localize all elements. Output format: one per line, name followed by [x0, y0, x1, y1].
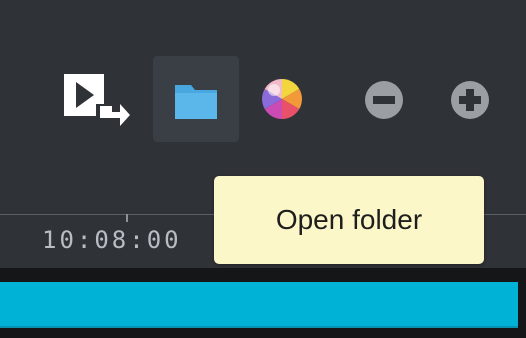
export-video-icon [64, 74, 130, 126]
zoom-in-button[interactable] [442, 70, 498, 130]
timeline-track-area[interactable] [0, 268, 526, 338]
export-button[interactable] [52, 66, 138, 132]
zoom-out-button[interactable] [356, 70, 412, 130]
ruler-tick [126, 214, 128, 222]
zoom-out-icon [365, 81, 403, 119]
timeline-clip[interactable] [0, 282, 518, 328]
zoom-in-icon [451, 81, 489, 119]
color-button[interactable] [251, 66, 313, 132]
tooltip: Open folder [214, 176, 484, 264]
time-label: 10:08:00 [42, 226, 182, 254]
toolbar [0, 0, 526, 200]
folder-icon [175, 85, 217, 119]
open-folder-button[interactable] [153, 56, 239, 142]
color-wheel-icon [262, 79, 302, 119]
